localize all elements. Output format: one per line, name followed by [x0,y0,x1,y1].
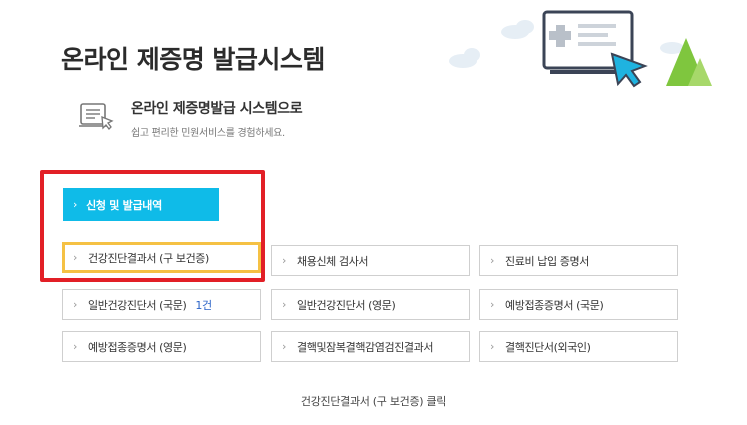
doc-general-health-en[interactable]: › 일반건강진단서 (영문) [271,289,470,320]
chevron-right-icon: › [282,254,286,267]
chevron-right-icon: › [490,340,494,353]
hero-illustration [449,10,712,88]
chevron-right-icon: › [490,298,494,311]
issue-count: 1건 [195,298,212,312]
doc-label: 일반건강진단서 (국문) [88,298,187,312]
caption: 건강진단결과서 (구 보건증) 클릭 [300,395,447,408]
doc-vaccination-ko[interactable]: › 예방접종증명서 (국문) [479,289,678,320]
doc-label: 예방접종증명서 (국문) [505,298,604,312]
chevron-right-icon: › [282,298,286,311]
doc-tb-screening[interactable]: › 결핵및잠복결핵감염검진결과서 [271,331,470,362]
doc-payment-certificate[interactable]: › 진료비 납입 증명서 [479,245,678,276]
chevron-right-icon: › [282,340,286,353]
doc-vaccination-en[interactable]: › 예방접종증명서 (영문) [62,331,261,362]
doc-label: 일반건강진단서 (영문) [297,298,396,312]
doc-employment-exam[interactable]: › 채용신체 검사서 [271,245,470,276]
chevron-right-icon: › [73,340,77,353]
chevron-right-icon: › [490,254,494,267]
doc-label: 채용신체 검사서 [297,254,369,268]
annotation-highlight-frame [40,170,265,282]
doc-label: 결핵진단서(외국인) [505,340,591,354]
doc-label: 진료비 납입 증명서 [505,254,589,268]
doc-label: 결핵및잠복결핵감염검진결과서 [297,340,434,354]
doc-label: 예방접종증명서 (영문) [88,340,187,354]
document-cursor-icon [79,103,114,130]
chevron-right-icon: › [73,298,77,311]
page-title: 온라인 제증명 발급시스템 [61,45,325,74]
intro-title: 온라인 제증명발급 시스템으로 [131,101,303,117]
doc-tb-foreigner[interactable]: › 결핵진단서(외국인) [479,331,678,362]
doc-general-health-ko[interactable]: › 일반건강진단서 (국문) 1건 [62,289,261,320]
intro-description: 쉽고 편리한 민원서비스를 경험하세요. [131,128,285,139]
